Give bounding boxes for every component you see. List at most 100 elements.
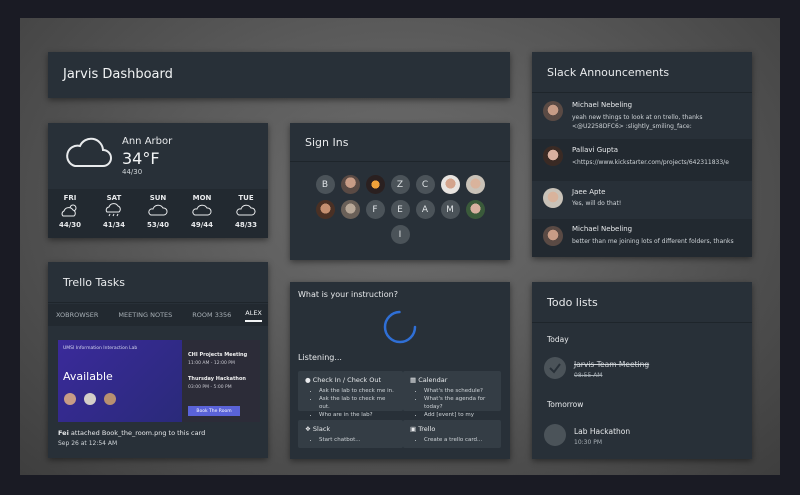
todo-time: 10:30 PM — [574, 439, 602, 446]
signin-avatar[interactable]: B — [315, 175, 335, 194]
trello-attachment[interactable]: UMSI Information Interaction Lab Availab… — [58, 340, 260, 422]
command-example: Ask the lab to check me in. — [319, 387, 396, 395]
forecast-day: TUE 48/33 — [226, 189, 266, 238]
checkmark-icon[interactable] — [544, 357, 566, 379]
command-checkin[interactable]: ● Check In / Check Out Ask the lab to ch… — [298, 371, 403, 418]
slack-text: yeah new things to look at on trello, th… — [572, 114, 703, 130]
slack-icon: ❖ — [305, 425, 311, 433]
todo-task: Lab Hackathon — [574, 427, 631, 436]
signin-avatar-photo[interactable] — [365, 175, 385, 194]
event-time: 03:00 PM - 5:00 PM — [188, 385, 232, 390]
forecast-day: SAT 41/34 — [94, 189, 134, 238]
person-icon: ● — [305, 376, 311, 384]
event-title: Thursday Hackathon — [188, 376, 246, 382]
forecast-day-label: SAT — [106, 194, 122, 202]
activity-time: Sep 26 at 12:54 AM — [58, 440, 118, 447]
tab-meeting-notes[interactable]: MEETING NOTES — [118, 311, 172, 319]
todo-task: Jarvis Team Meeting — [574, 360, 650, 369]
command-calendar[interactable]: ▦ Calendar What's the schedule?What's th… — [403, 371, 501, 426]
instruction-prompt: What is your instruction? — [298, 290, 398, 299]
title-card: Jarvis Dashboard — [48, 52, 510, 98]
room-status-panel: UMSI Information Interaction Lab Availab… — [58, 340, 182, 422]
activity-line: Fei attached Book_the_room.png to this c… — [58, 429, 205, 437]
forecast-day: FRI 44/30 — [50, 189, 90, 238]
room-status: Available — [63, 370, 113, 383]
avatar — [543, 146, 563, 166]
signin-avatar[interactable]: F — [365, 200, 385, 219]
slack-title: Slack Announcements — [532, 52, 752, 93]
signin-avatar[interactable]: Z — [390, 175, 410, 194]
tab-xobrowser[interactable]: XOBROWSER — [56, 311, 98, 319]
slack-message[interactable]: Pallavi Gupta <https://www.kickstarter.c… — [532, 139, 752, 181]
signin-avatar[interactable]: C — [415, 175, 435, 194]
signin-avatar-photo[interactable] — [465, 200, 485, 219]
command-example: Ask the lab to check me out. — [319, 395, 396, 411]
instruction-card: What is your instruction? Listening... ●… — [290, 282, 510, 459]
command-example: What's the agenda for today? — [424, 395, 494, 411]
avatar — [64, 393, 76, 405]
command-example: Start chatbot... — [319, 436, 396, 444]
command-slack[interactable]: ❖ Slack Start chatbot... — [298, 420, 403, 448]
page-title: Jarvis Dashboard — [63, 67, 173, 82]
slack-message[interactable]: Jaee Apte Yes, will do that! — [532, 182, 752, 218]
trello-tabs: XOBROWSER MEETING NOTES ROOM 3356 ALEX — [48, 304, 268, 326]
signin-avatar[interactable]: M — [440, 200, 460, 219]
signin-avatar-photo[interactable] — [465, 175, 485, 194]
slack-message[interactable]: Michael Nebeling yeah new things to look… — [532, 94, 752, 138]
signins-card: Sign Ins B Z C F E A M I — [290, 123, 510, 260]
weather-temp: 34°F — [122, 149, 160, 168]
cloud-icon — [192, 204, 212, 216]
tab-room-3356[interactable]: ROOM 3356 — [192, 311, 231, 319]
signins-row: F E A M — [290, 200, 510, 219]
room-schedule: CHI Projects Meeting 11:00 AM - 12:00 PM… — [182, 340, 260, 422]
signins-title: Sign Ins — [290, 123, 510, 162]
command-title: ▣ Trello — [410, 425, 436, 433]
slack-message[interactable]: Michael Nebeling better than me joining … — [532, 219, 752, 257]
command-title: ▦ Calendar — [410, 376, 448, 384]
signin-avatar[interactable]: I — [390, 225, 410, 244]
forecast-temps: 41/34 — [102, 221, 126, 229]
forecast-day-label: MON — [192, 194, 212, 202]
forecast-strip: FRI 44/30 SAT 41/34 SUN 53/40 MON 49/44 … — [48, 189, 268, 238]
cloud-icon — [148, 204, 168, 216]
command-example: Who are in the lab? — [319, 411, 396, 419]
weather-city: Ann Arbor — [122, 136, 173, 147]
slack-sender: Jaee Apte — [572, 188, 606, 196]
forecast-temps: 53/40 — [146, 221, 170, 229]
forecast-day: MON 49/44 — [182, 189, 222, 238]
activity-text: attached Book_the_room.png to this card — [70, 429, 206, 437]
activity-user: Fei — [58, 429, 69, 437]
todo-card: Todo lists Today Jarvis Team Meeting 08:… — [532, 282, 752, 459]
slack-sender: Michael Nebeling — [572, 101, 633, 109]
todo-item[interactable]: Jarvis Team Meeting 08:55 AM — [532, 352, 752, 384]
partly-sunny-icon — [61, 204, 77, 217]
calendar-icon: ▦ — [410, 376, 417, 384]
trello-icon: ▣ — [410, 425, 417, 433]
forecast-temps: 49/44 — [190, 221, 214, 229]
forecast-temps: 44/30 — [58, 221, 82, 229]
room-label: UMSI Information Interaction Lab — [63, 346, 138, 351]
weather-card: Ann Arbor 34°F 44/30 FRI 44/30 SAT 41/34… — [48, 123, 268, 238]
signin-avatar[interactable]: E — [390, 200, 410, 219]
signin-avatar-photo[interactable] — [315, 200, 335, 219]
signin-avatar[interactable]: A — [415, 200, 435, 219]
loading-spinner-icon — [383, 310, 417, 344]
cloud-icon — [66, 137, 112, 167]
command-title: ● Check In / Check Out — [305, 376, 382, 384]
book-room-button[interactable]: Book The Room — [188, 406, 240, 416]
weather-range: 44/30 — [122, 168, 143, 176]
avatar — [543, 226, 563, 246]
slack-text: better than me joining lots of different… — [572, 238, 734, 245]
forecast-day-label: FRI — [63, 194, 77, 202]
command-example: Create a trello card... — [424, 436, 494, 444]
command-example: What's the schedule? — [424, 387, 494, 395]
command-trello[interactable]: ▣ Trello Create a trello card... — [403, 420, 501, 448]
checkbox-icon[interactable] — [544, 424, 566, 446]
tab-alex[interactable]: ALEX — [245, 309, 262, 322]
signin-avatar-photo[interactable] — [340, 200, 360, 219]
signins-row: B Z C — [290, 175, 510, 194]
avatar — [104, 393, 116, 405]
signin-avatar-photo[interactable] — [340, 175, 360, 194]
todo-item[interactable]: Lab Hackathon 10:30 PM — [532, 419, 752, 451]
signin-avatar-photo[interactable] — [440, 175, 460, 194]
